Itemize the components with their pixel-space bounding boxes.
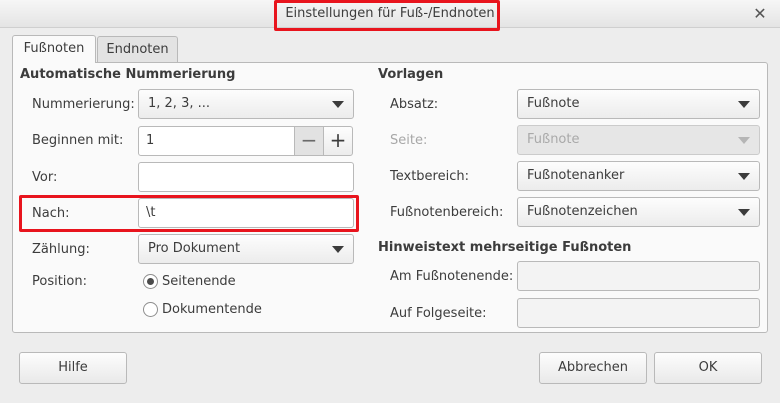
footnote-area-select-value: Fußnotenzeichen — [527, 204, 638, 219]
ok-button[interactable]: OK — [654, 352, 762, 384]
chevron-down-icon — [738, 209, 750, 216]
radio-page-end[interactable] — [143, 274, 158, 289]
tab-endnotes[interactable]: Endnoten — [97, 36, 178, 63]
chevron-down-icon — [332, 246, 344, 253]
page-select-value: Fußnote — [527, 132, 580, 147]
chevron-down-icon — [738, 101, 750, 108]
chevron-down-icon — [332, 101, 344, 108]
decrement-button[interactable]: − — [294, 126, 324, 156]
footnote-area-label: Fußnotenbereich: — [390, 205, 504, 220]
cancel-button[interactable]: Abbrechen — [539, 352, 647, 384]
counting-select[interactable]: Pro Dokument — [138, 234, 354, 264]
next-page-label: Auf Folgeseite: — [390, 306, 487, 321]
paragraph-select-value: Fußnote — [527, 96, 580, 111]
chevron-down-icon — [738, 137, 750, 144]
templates-heading: Vorlagen — [378, 67, 444, 82]
after-label: Nach: — [32, 206, 70, 221]
before-label: Vor: — [32, 170, 58, 185]
text-area-label: Textbereich: — [390, 169, 469, 184]
numbering-select-value: 1, 2, 3, ... — [148, 96, 211, 111]
next-page-input[interactable] — [517, 298, 760, 328]
help-button[interactable]: Hilfe — [19, 352, 127, 384]
close-icon[interactable]: ✕ — [748, 2, 772, 26]
page-select: Fußnote — [517, 125, 760, 155]
after-input[interactable]: \t — [138, 198, 354, 228]
end-notice-label: Am Fußnotenende: — [390, 269, 514, 284]
counting-label: Zählung: — [32, 242, 90, 257]
radio-page-end-label[interactable]: Seitenende — [162, 274, 236, 289]
increment-button[interactable]: + — [323, 126, 353, 156]
numbering-label: Nummerierung: — [32, 97, 135, 112]
text-area-select-value: Fußnotenanker — [527, 168, 625, 183]
end-notice-input[interactable] — [517, 261, 760, 291]
footnote-area-select[interactable]: Fußnotenzeichen — [517, 197, 760, 227]
counting-select-value: Pro Dokument — [148, 241, 241, 256]
numbering-select[interactable]: 1, 2, 3, ... — [138, 89, 354, 119]
chevron-down-icon — [738, 173, 750, 180]
radio-document-end-label[interactable]: Dokumentende — [162, 302, 262, 317]
tab-footnotes[interactable]: Fußnoten — [12, 35, 96, 63]
paragraph-label: Absatz: — [390, 97, 439, 112]
before-input[interactable] — [138, 162, 354, 192]
numbering-heading: Automatische Nummerierung — [20, 67, 236, 82]
radio-document-end[interactable] — [143, 302, 158, 317]
position-label: Position: — [32, 274, 87, 289]
continuation-heading: Hinweistext mehrseitige Fußnoten — [378, 240, 632, 255]
start-input[interactable]: 1 — [138, 126, 295, 156]
page-label: Seite: — [390, 133, 428, 148]
start-label: Beginnen mit: — [32, 133, 124, 148]
paragraph-select[interactable]: Fußnote — [517, 89, 760, 119]
window-title: Einstellungen für Fuß-/Endnoten — [285, 6, 495, 21]
text-area-select[interactable]: Fußnotenanker — [517, 161, 760, 191]
